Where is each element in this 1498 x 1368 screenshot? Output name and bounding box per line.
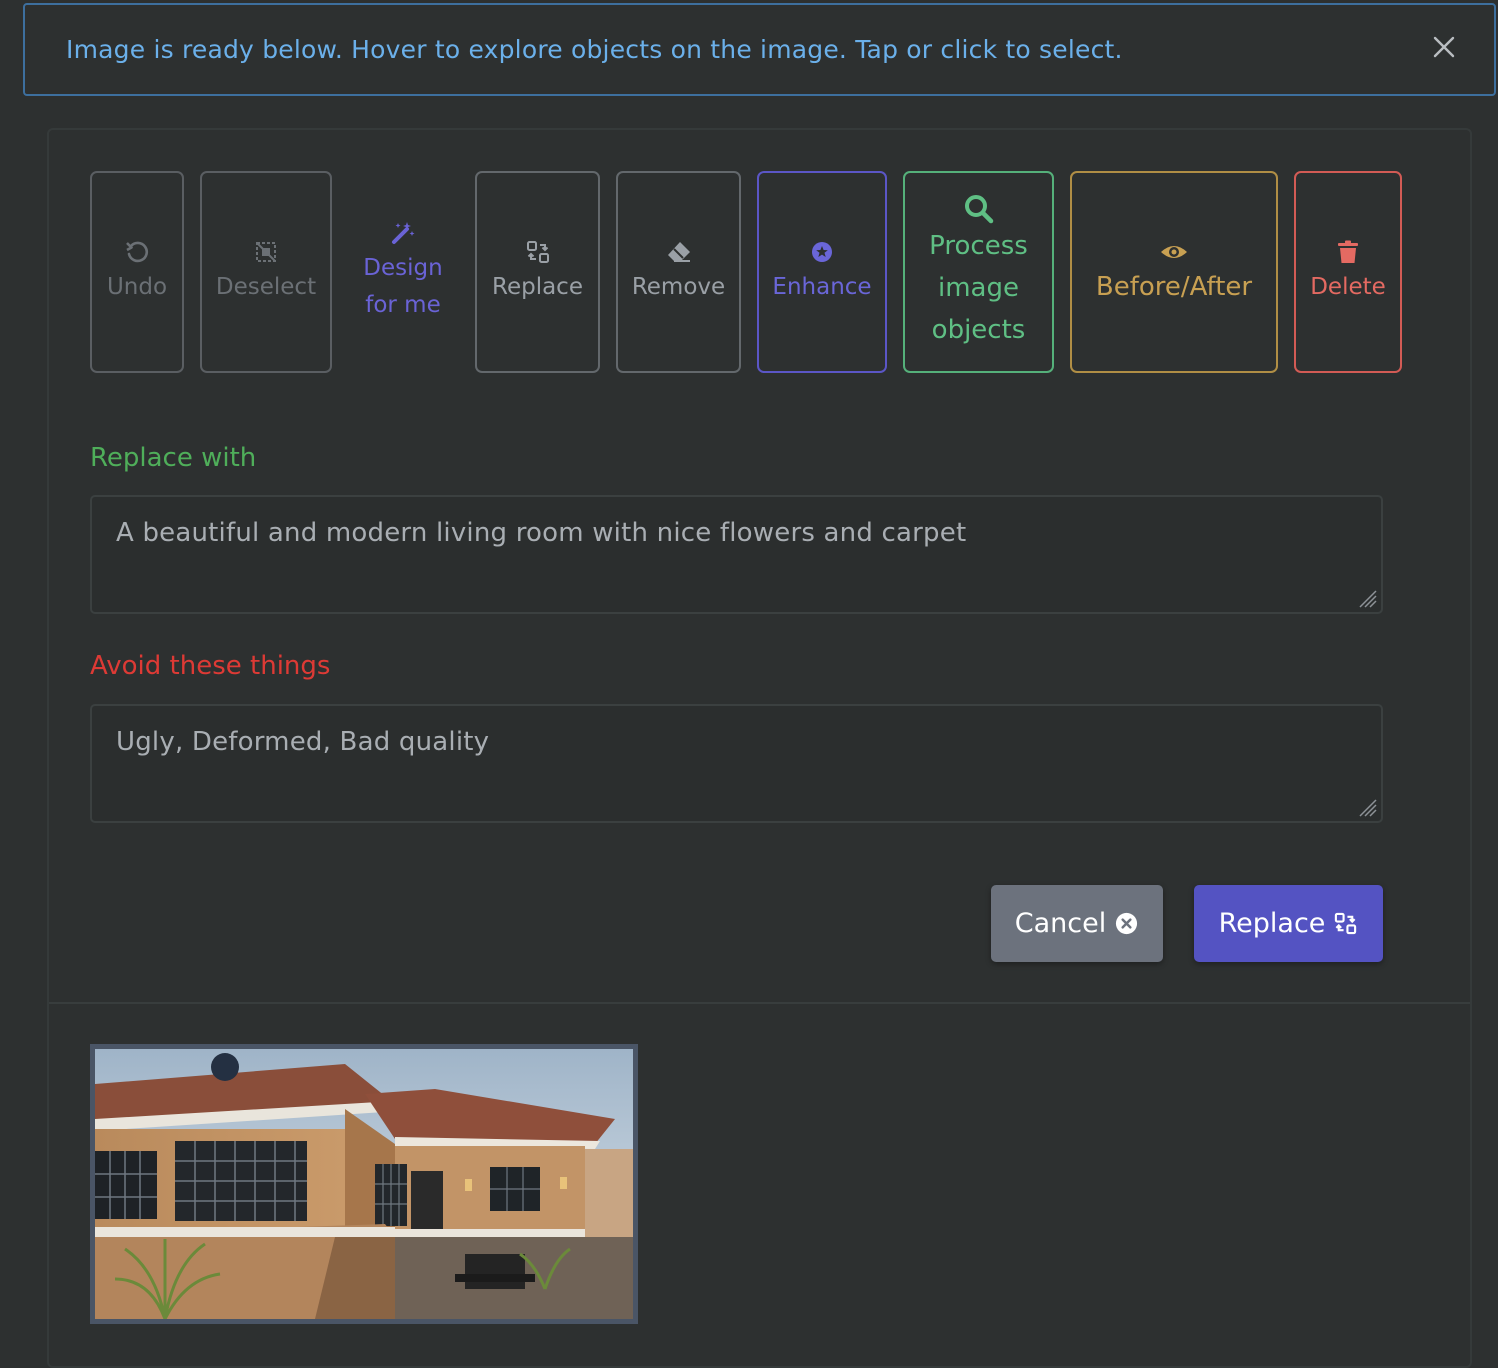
replace-icon xyxy=(1335,912,1357,935)
cancel-button[interactable]: Cancel xyxy=(991,885,1163,962)
info-alert: Image is ready below. Hover to explore o… xyxy=(23,3,1496,96)
resize-grip-icon[interactable] xyxy=(1355,586,1377,608)
result-image-thumbnail[interactable] xyxy=(90,1044,638,1324)
star-circle-icon xyxy=(812,241,832,262)
design-for-me-button[interactable]: Design for me xyxy=(349,171,457,373)
remove-button[interactable]: Remove xyxy=(616,171,741,373)
before-after-label: Before/After xyxy=(1095,271,1253,302)
house-image xyxy=(95,1049,633,1319)
process-label-2: image xyxy=(938,273,1019,303)
delete-button[interactable]: Delete xyxy=(1294,171,1402,373)
alert-message: Image is ready below. Hover to explore o… xyxy=(66,35,1123,64)
avoid-label: Avoid these things xyxy=(90,651,331,681)
undo-label: Undo xyxy=(106,273,168,300)
undo-icon xyxy=(126,241,149,262)
remove-label: Remove xyxy=(631,273,726,300)
undo-button[interactable]: Undo xyxy=(90,171,184,373)
replace-tool-label: Replace xyxy=(492,273,583,300)
eye-icon xyxy=(1161,245,1187,258)
replace-tool-button[interactable]: Replace xyxy=(475,171,600,373)
close-icon[interactable] xyxy=(1430,33,1458,61)
eraser-icon xyxy=(667,241,690,262)
replace-prompt-value: A beautiful and modern living room with … xyxy=(116,518,967,548)
enhance-button[interactable]: Enhance xyxy=(757,171,887,373)
deselect-icon xyxy=(256,241,276,262)
before-after-button[interactable]: Before/After xyxy=(1070,171,1278,373)
replace-submit-label: Replace xyxy=(1218,908,1326,939)
design-label-1: Design xyxy=(363,255,443,281)
replace-submit-button[interactable]: Replace xyxy=(1194,885,1383,962)
replace-icon xyxy=(526,240,549,263)
cancel-label: Cancel xyxy=(1014,908,1107,939)
card-divider xyxy=(49,1002,1470,1004)
deselect-button[interactable]: Deselect xyxy=(200,171,332,373)
negative-prompt-textarea[interactable]: Ugly, Deformed, Bad quality xyxy=(90,704,1383,823)
process-label-1: Process xyxy=(929,231,1028,261)
replace-prompt-textarea[interactable]: A beautiful and modern living room with … xyxy=(90,495,1383,614)
trash-icon xyxy=(1338,240,1358,263)
search-icon xyxy=(964,195,993,224)
editor-card: Undo Deselect Design for me Replace Remo… xyxy=(47,128,1472,1368)
close-circle-icon xyxy=(1116,912,1138,935)
design-label-2: for me xyxy=(365,292,441,318)
process-objects-button[interactable]: Process image objects xyxy=(903,171,1054,373)
process-label-3: objects xyxy=(931,315,1026,345)
resize-grip-icon[interactable] xyxy=(1355,795,1377,817)
enhance-label: Enhance xyxy=(772,273,872,300)
delete-label: Delete xyxy=(1310,273,1386,300)
magic-wand-icon xyxy=(392,222,415,244)
negative-prompt-value: Ugly, Deformed, Bad quality xyxy=(116,727,490,757)
replace-with-label: Replace with xyxy=(90,443,257,473)
deselect-label: Deselect xyxy=(215,273,317,300)
